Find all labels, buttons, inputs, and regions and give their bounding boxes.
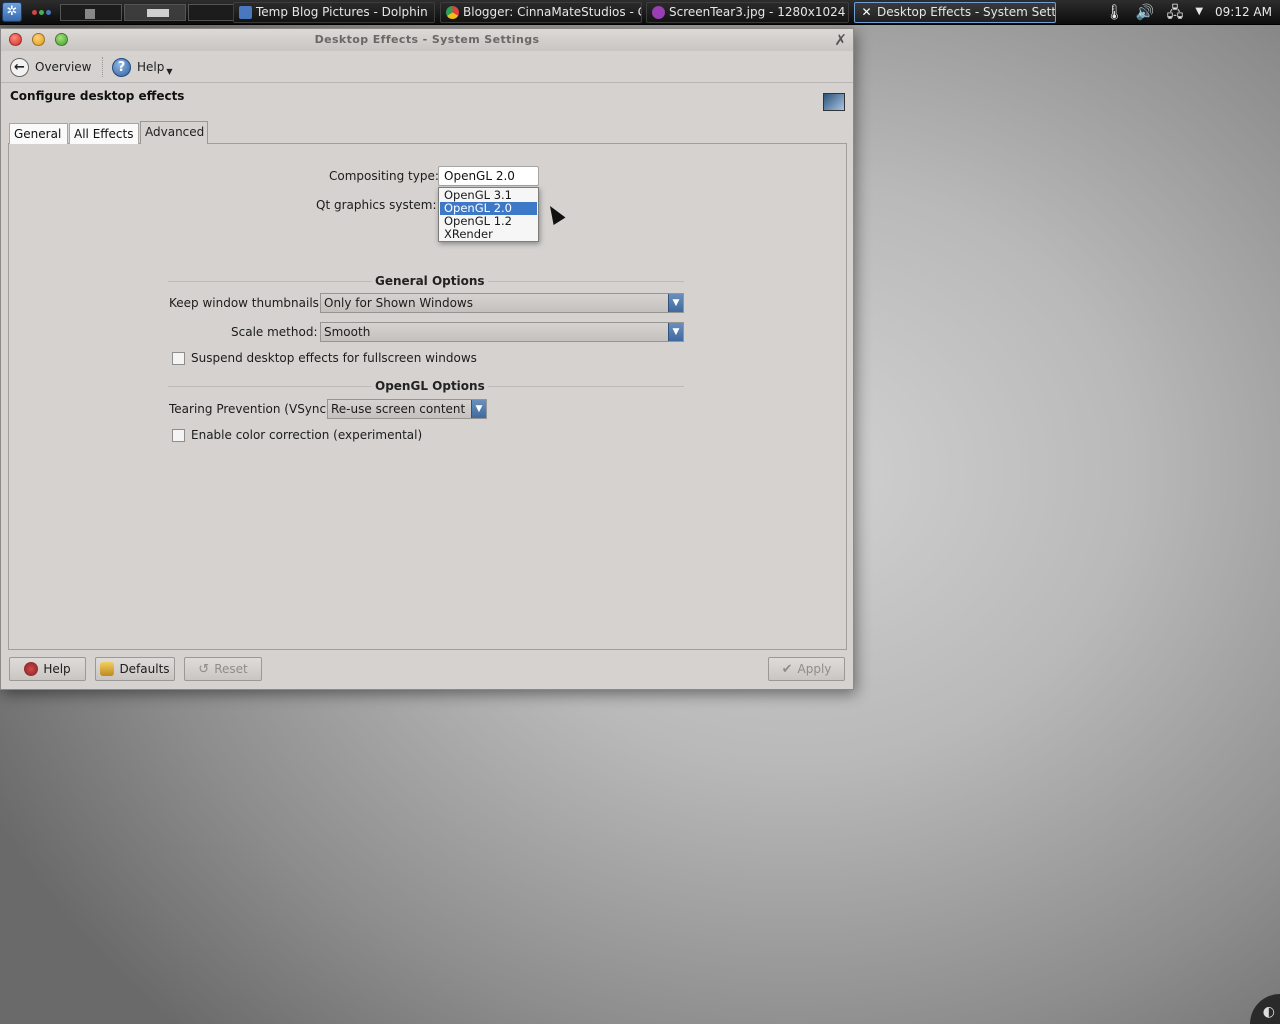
toolbar: ← Overview ? Help ▼ xyxy=(1,51,853,83)
defaults-button[interactable]: Defaults xyxy=(95,657,175,681)
checkmark-icon: ✔ xyxy=(781,661,793,677)
keep-thumbnails-label: Keep window thumbnails: xyxy=(169,296,323,310)
chevron-down-icon: ▼ xyxy=(471,400,486,418)
reset-icon: ↺ xyxy=(198,661,210,677)
back-arrow-icon: ← xyxy=(10,57,29,77)
tray-expand-icon[interactable]: ▼ xyxy=(1195,2,1203,22)
chevron-down-icon: ▼ xyxy=(668,294,683,312)
keep-thumbnails-select[interactable]: Only for Shown Windows ▼ xyxy=(320,293,684,313)
image-viewer-icon xyxy=(652,6,665,19)
desktop-toolbox-icon[interactable]: ◐ xyxy=(1250,994,1280,1024)
suspend-effects-checkbox[interactable] xyxy=(172,352,185,365)
window-menu-icon[interactable]: ✗ xyxy=(834,31,847,49)
task-dolphin[interactable]: Temp Blog Pictures - Dolphin xyxy=(233,2,435,23)
vsync-select[interactable]: Re-use screen content ▼ xyxy=(327,399,487,419)
chevron-down-icon: ▼ xyxy=(668,323,683,341)
volume-icon[interactable]: 🔊 xyxy=(1136,2,1155,22)
window-title: Desktop Effects - System Settings xyxy=(314,33,540,46)
vsync-label: Tearing Prevention (VSync) xyxy=(169,402,331,416)
tab-general[interactable]: General xyxy=(9,123,68,144)
tab-content-panel xyxy=(8,143,847,650)
activity-dots-icon[interactable] xyxy=(32,10,51,15)
system-settings-window: Desktop Effects - System Settings ✗ ← Ov… xyxy=(0,28,854,690)
tab-advanced[interactable]: Advanced xyxy=(140,121,208,144)
pager-desktop-1[interactable] xyxy=(60,4,122,21)
color-correction-checkbox[interactable] xyxy=(172,429,185,442)
tab-all-effects[interactable]: All Effects xyxy=(69,123,139,144)
help-menu-button[interactable]: ? Help ▼ xyxy=(112,56,173,78)
top-panel: ✲ Temp Blog Pictures - Dolphin Blogger: … xyxy=(0,0,1280,25)
help-lifebuoy-icon xyxy=(24,662,39,676)
task-image-viewer[interactable]: ScreenTear3.jpg - 1280x1024 xyxy=(646,2,849,23)
qt-graphics-system-label: Qt graphics system: xyxy=(316,198,437,212)
dolphin-icon xyxy=(239,6,252,19)
task-system-settings[interactable]: ✕ Desktop Effects - System Sett xyxy=(854,2,1056,23)
system-settings-icon: ✕ xyxy=(861,5,872,19)
help-icon: ? xyxy=(112,57,131,77)
clock[interactable]: 09:12 AM xyxy=(1215,5,1272,19)
compositing-type-combo[interactable]: OpenGL 2.0 xyxy=(438,166,539,186)
kde-menu-icon[interactable]: ✲ xyxy=(2,2,22,22)
scale-method-select[interactable]: Smooth ▼ xyxy=(320,322,684,342)
thermometer-icon[interactable]: 🌡 xyxy=(1105,2,1124,22)
network-icon[interactable]: 🖧 xyxy=(1167,2,1184,22)
color-correction-label: Enable color correction (experimental) xyxy=(191,428,423,442)
reset-button[interactable]: ↺ Reset xyxy=(184,657,262,681)
help-button[interactable]: Help xyxy=(9,657,86,681)
suspend-effects-label: Suspend desktop effects for fullscreen w… xyxy=(191,351,477,365)
overview-button[interactable]: ← Overview xyxy=(10,56,92,78)
opengl-options-title: OpenGL Options xyxy=(372,379,488,393)
toolbar-separator xyxy=(102,57,103,77)
chevron-down-icon: ▼ xyxy=(166,66,173,76)
scale-method-label: Scale method: xyxy=(231,325,318,339)
title-bar[interactable]: Desktop Effects - System Settings ✗ xyxy=(1,29,853,51)
dropdown-option-xrender[interactable]: XRender xyxy=(440,228,537,241)
task-blogger[interactable]: Blogger: CinnaMateStudios - C xyxy=(440,2,642,23)
general-options-title: General Options xyxy=(372,274,488,288)
defaults-icon xyxy=(100,662,115,676)
desktop-effects-icon xyxy=(823,93,845,111)
compositing-type-label: Compositing type: xyxy=(329,169,439,183)
pager-desktop-2[interactable] xyxy=(124,4,186,21)
compositing-type-dropdown: OpenGL 3.1 OpenGL 2.0 OpenGL 1.2 XRender xyxy=(438,187,539,242)
page-title: Configure desktop effects xyxy=(10,89,185,103)
system-tray: 🌡 🔊 🖧 ▼ 09:12 AM xyxy=(1105,0,1280,24)
apply-button[interactable]: ✔ Apply xyxy=(768,657,845,681)
chrome-icon xyxy=(446,6,459,19)
